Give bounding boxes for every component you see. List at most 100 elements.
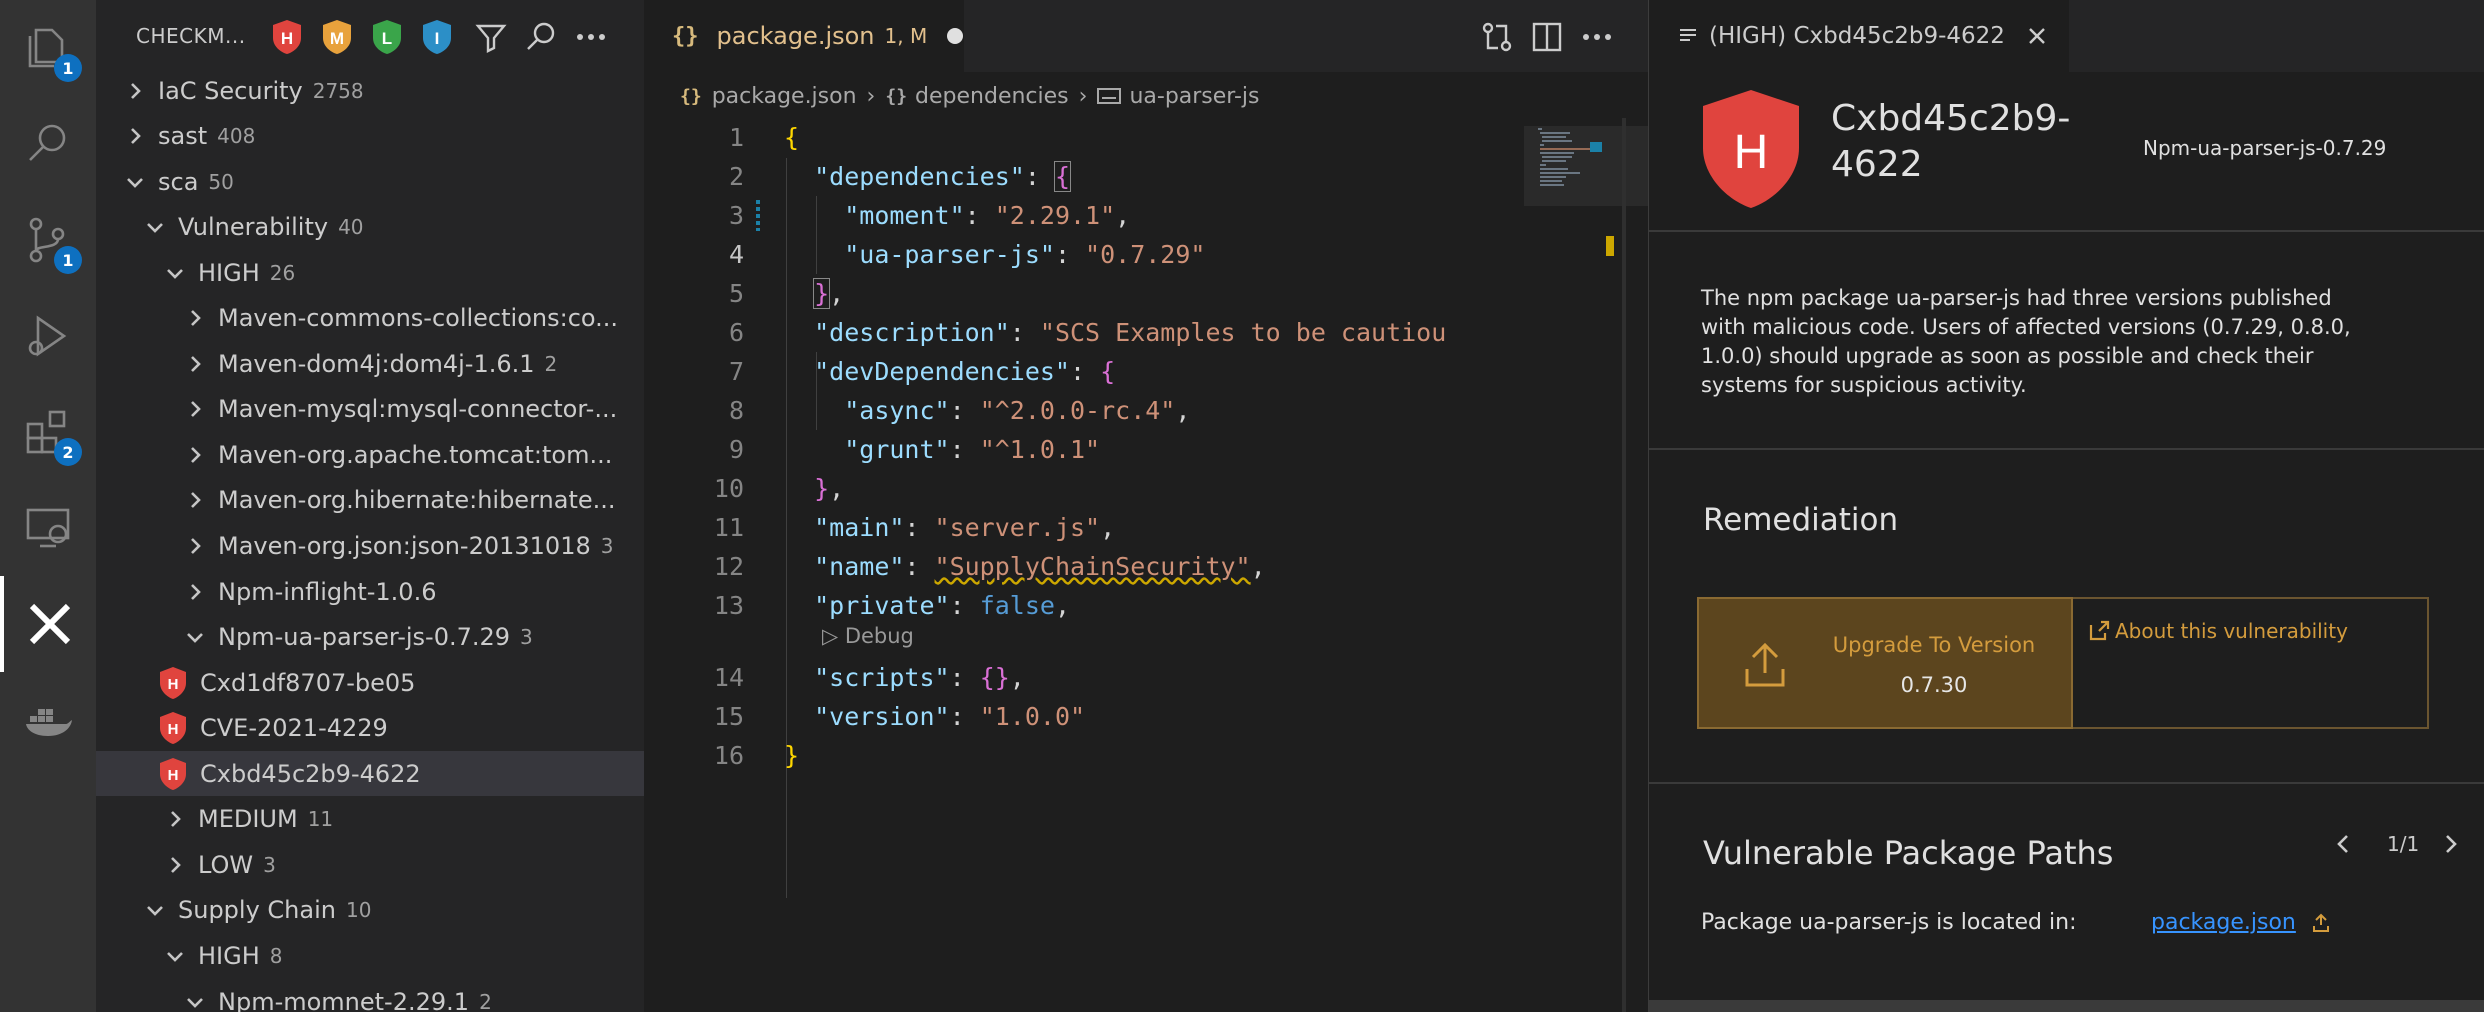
editor-more-icon[interactable] xyxy=(1580,20,1614,54)
tree-item-label: sca xyxy=(158,167,199,196)
svg-text:H: H xyxy=(168,721,179,738)
package-json-link[interactable]: package.json xyxy=(2151,910,2332,935)
breadcrumb-dependencies[interactable]: dependencies xyxy=(915,84,1069,109)
tree-item-label: IaC Security xyxy=(158,76,303,105)
package-name: Npm-ua-parser-js-0.7.29 xyxy=(2143,136,2387,160)
filter-low-button[interactable]: L xyxy=(370,18,404,56)
code-line-12: 12 "name": "SupplyChainSecurity", xyxy=(644,547,1524,586)
code-line-5: 5 }, xyxy=(644,274,1524,313)
tree-item[interactable]: Npm-momnet-2.29.1 2 xyxy=(96,979,644,1012)
close-icon[interactable] xyxy=(2025,24,2049,48)
sidebar-title: CHECKM... xyxy=(136,24,246,48)
explorer-icon[interactable]: 1 xyxy=(0,0,96,96)
chevron-down-icon[interactable] xyxy=(184,626,206,648)
tab-package-json[interactable]: {} package.json 1, M xyxy=(644,0,964,72)
line-number: 15 xyxy=(713,702,744,731)
breadcrumb-separator-icon: › xyxy=(866,83,876,109)
tree-item[interactable]: Supply Chain 10 xyxy=(96,888,644,933)
remote-explorer-icon[interactable] xyxy=(0,480,96,576)
tree-item[interactable]: HIGH 26 xyxy=(96,250,644,295)
code-text: "name": "SupplyChainSecurity", xyxy=(814,552,1266,581)
filter-medium-button[interactable]: M xyxy=(320,18,354,56)
high-severity-shield-icon: H xyxy=(160,757,186,790)
chevron-down-icon[interactable] xyxy=(144,899,166,921)
docker-icon[interactable] xyxy=(0,672,96,768)
tree-item[interactable]: Maven-org.json:json-20131018 3 xyxy=(96,524,644,569)
divider xyxy=(1649,782,2484,784)
chevron-right-icon[interactable] xyxy=(184,444,206,466)
tree-item[interactable]: H Cxd1df8707-be05 xyxy=(96,660,644,705)
tree-item-label: Cxbd45c2b9-4622 xyxy=(200,759,421,788)
open-changes-icon[interactable] xyxy=(1480,20,1514,54)
upgrade-version-button[interactable]: Upgrade To Version 0.7.30 xyxy=(1697,597,2073,729)
run-debug-icon[interactable] xyxy=(0,288,96,384)
chevron-down-icon[interactable] xyxy=(124,171,146,193)
chevron-right-icon[interactable] xyxy=(184,307,206,329)
tree-item-count: 26 xyxy=(269,260,296,285)
tree-item[interactable]: Maven-dom4j:dom4j-1.6.1 2 xyxy=(96,341,644,386)
source-control-icon[interactable]: 1 xyxy=(0,192,96,288)
tree-item[interactable]: IaC Security 2758 xyxy=(96,68,644,113)
activity-bar: 1 1 2 xyxy=(0,0,96,1012)
code-line-2: 2 "dependencies": { xyxy=(644,157,1524,196)
divider xyxy=(1649,448,2484,450)
codelens-label: Debug xyxy=(844,624,914,648)
tree-item-label: sast xyxy=(158,122,208,151)
tree-item[interactable]: Maven-mysql:mysql-connector-... xyxy=(96,387,644,432)
chevron-right-icon[interactable] xyxy=(124,125,146,147)
chevron-down-icon[interactable] xyxy=(164,262,186,284)
tree-item[interactable]: MEDIUM 11 xyxy=(96,797,644,842)
chevron-right-icon[interactable] xyxy=(124,80,146,102)
code-text: } xyxy=(784,741,800,770)
next-page-icon[interactable] xyxy=(2437,830,2465,858)
filter-high-button[interactable]: H xyxy=(270,18,304,56)
tree-item[interactable]: sca 50 xyxy=(96,159,644,204)
tree-item[interactable]: Vulnerability 40 xyxy=(96,205,644,250)
search-icon[interactable] xyxy=(524,20,558,54)
unsaved-dot-icon[interactable] xyxy=(947,28,964,44)
about-vulnerability-link[interactable]: About this vulnerability xyxy=(2087,619,2348,643)
tab-status: 1, M xyxy=(884,24,928,48)
tree-item[interactable]: Maven-commons-collections:co... xyxy=(96,296,644,341)
tree-item[interactable]: H CVE-2021-4229 xyxy=(96,706,644,751)
line-number: 2 xyxy=(728,162,744,191)
breadcrumb: {} package.json › {} dependencies › ua-p… xyxy=(680,78,1259,114)
search-icon[interactable] xyxy=(0,96,96,192)
chevron-down-icon[interactable] xyxy=(164,945,186,967)
tree-item-label: MEDIUM xyxy=(198,805,298,834)
chevron-right-icon[interactable] xyxy=(184,353,206,375)
open-file-icon xyxy=(2312,913,2329,932)
debug-codelens[interactable]: ▷ Debug xyxy=(822,624,914,648)
chevron-right-icon[interactable] xyxy=(184,581,206,603)
tree-item[interactable]: Maven-org.apache.tomcat:tom... xyxy=(96,432,644,477)
extensions-icon[interactable]: 2 xyxy=(0,384,96,480)
tree-item[interactable]: LOW 3 xyxy=(96,842,644,887)
filter-icon[interactable] xyxy=(474,20,508,54)
tree-item[interactable]: Npm-inflight-1.0.6 xyxy=(96,569,644,614)
breadcrumb-ua-parser[interactable]: ua-parser-js xyxy=(1129,84,1259,109)
code-text: "async": "^2.0.0-rc.4", xyxy=(844,396,1191,425)
chevron-right-icon[interactable] xyxy=(184,398,206,420)
filter-info-letter: I xyxy=(435,29,440,48)
split-editor-icon[interactable] xyxy=(1530,20,1564,54)
chevron-right-icon[interactable] xyxy=(184,535,206,557)
checkmarx-icon[interactable] xyxy=(0,576,96,672)
tab-vulnerability-details[interactable]: (HIGH) Cxbd45c2b9-4622 xyxy=(1649,0,2069,72)
breadcrumb-file[interactable]: package.json xyxy=(712,84,857,109)
chevron-right-icon[interactable] xyxy=(184,489,206,511)
panel-scrollbar[interactable] xyxy=(1649,1000,2484,1012)
chevron-down-icon[interactable] xyxy=(184,991,206,1012)
tree-item[interactable]: H Cxbd45c2b9-4622 xyxy=(96,751,644,797)
tree-item[interactable]: Maven-org.hibernate:hibernate... xyxy=(96,478,644,523)
filter-info-button[interactable]: I xyxy=(420,18,454,56)
minimap[interactable] xyxy=(1524,118,1648,1012)
more-actions-icon[interactable] xyxy=(574,20,608,54)
tree-item[interactable]: Npm-ua-parser-js-0.7.29 3 xyxy=(96,615,644,660)
tree-item[interactable]: sast 408 xyxy=(96,114,644,159)
tree-item[interactable]: HIGH 8 xyxy=(96,933,644,978)
previous-page-icon[interactable] xyxy=(2329,830,2357,858)
filter-high-letter: H xyxy=(281,29,293,48)
chevron-right-icon[interactable] xyxy=(164,808,186,830)
chevron-right-icon[interactable] xyxy=(164,854,186,876)
chevron-down-icon[interactable] xyxy=(144,216,166,238)
